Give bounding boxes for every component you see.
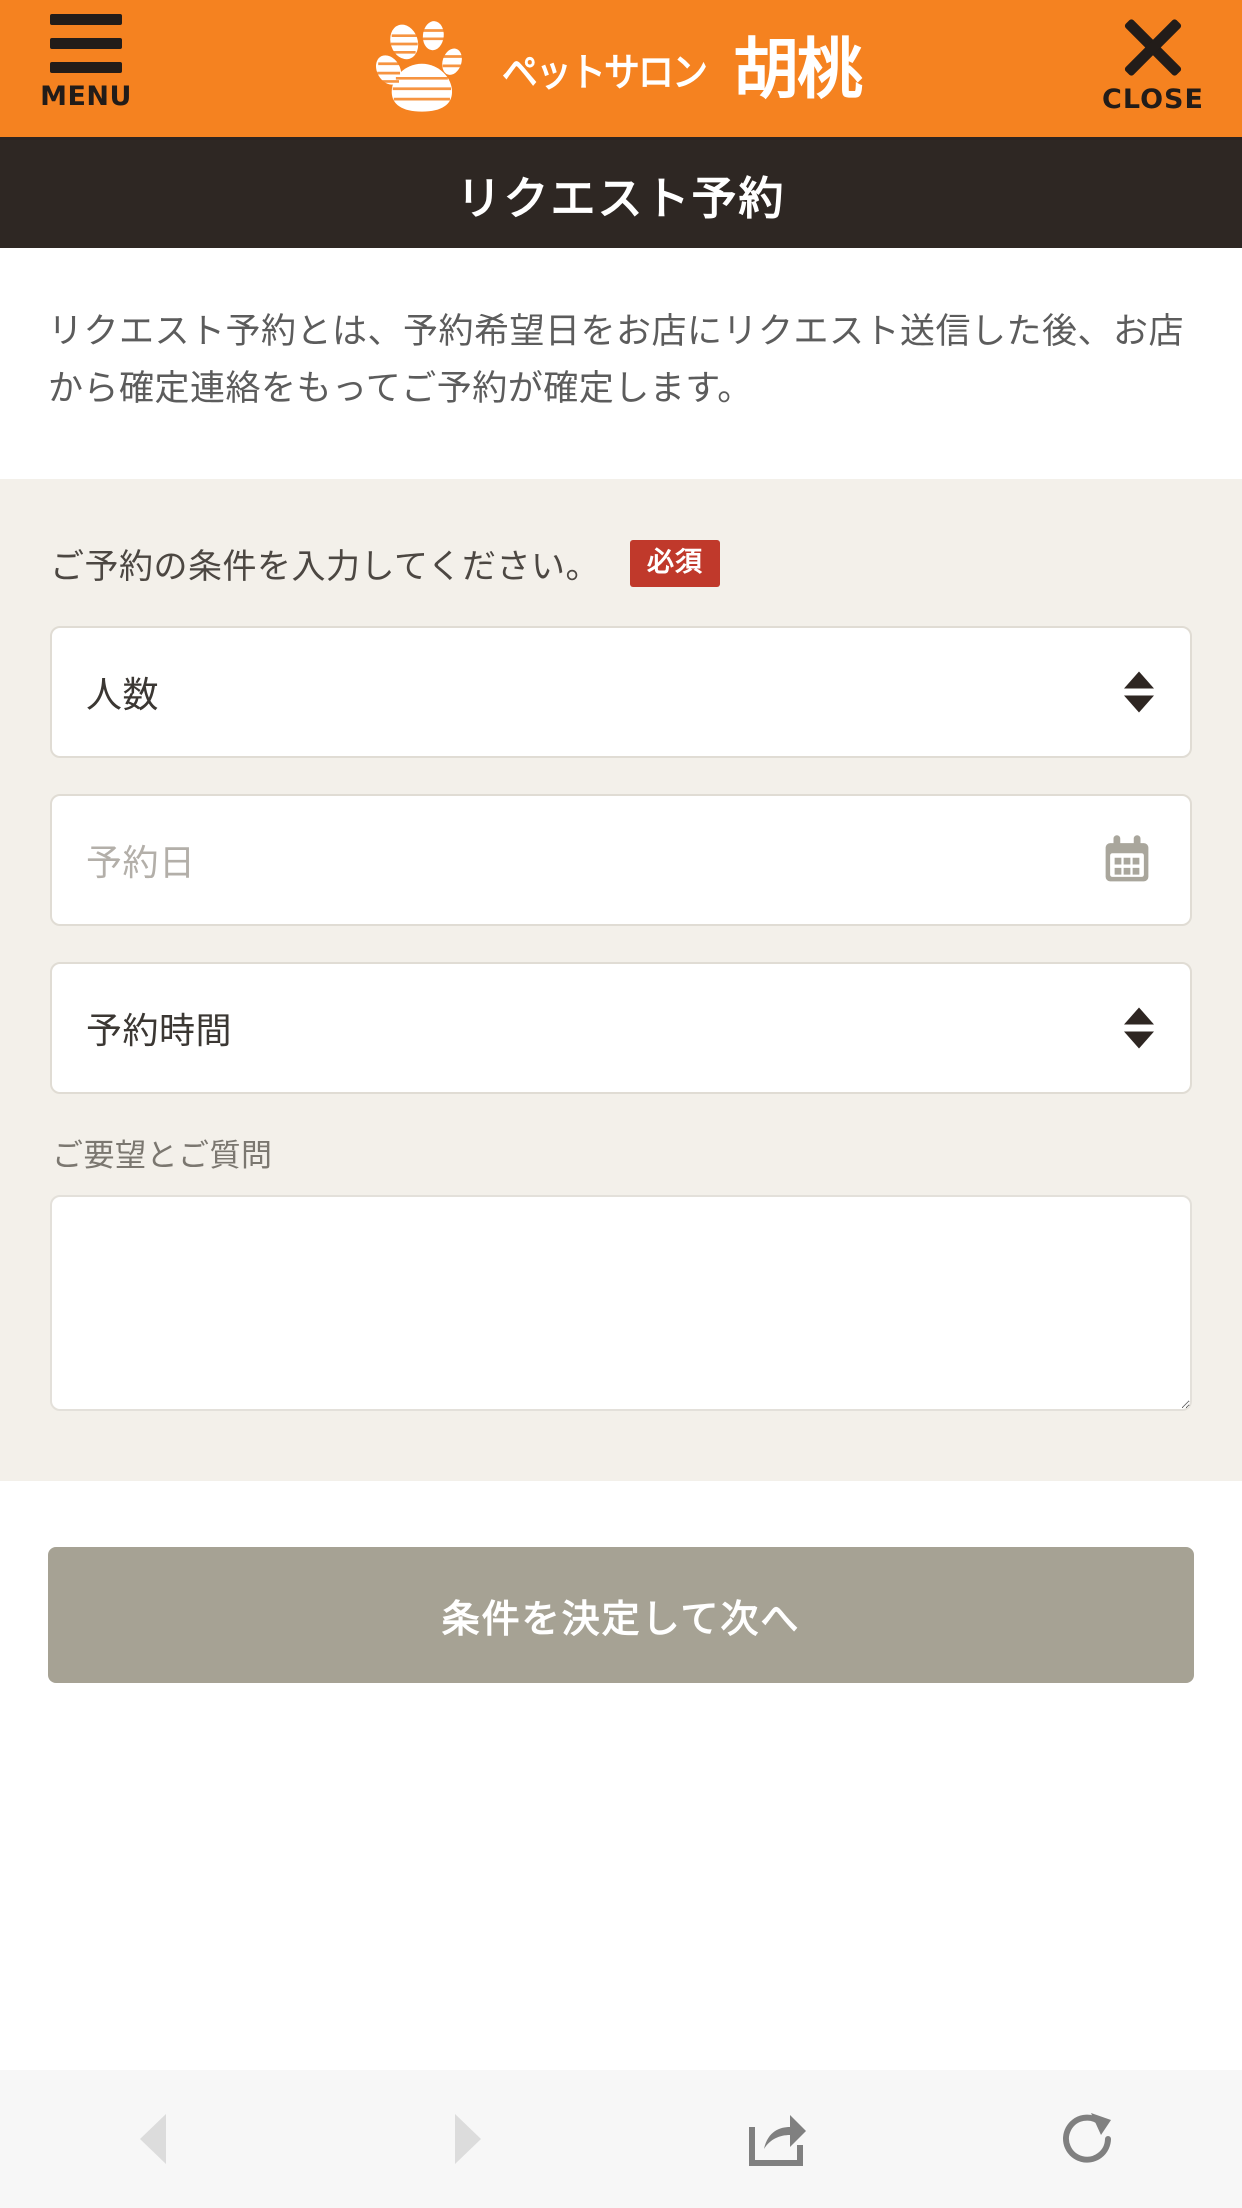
required-badge: 必須 — [629, 540, 720, 588]
reservation-time-value: 予約時間 — [86, 1011, 233, 1053]
form-heading: ご予約の条件を入力してください。 — [50, 547, 600, 588]
brand-name: 胡桃 — [733, 31, 863, 108]
brand-subtitle: ペットサロン — [501, 51, 708, 96]
menu-button[interactable]: MENU — [26, 14, 146, 110]
content-spacer — [0, 1753, 1242, 2070]
forward-button[interactable] — [311, 2070, 622, 2208]
people-count-value: 人数 — [86, 675, 160, 717]
page-title: リクエスト予約 — [456, 171, 786, 225]
reload-button[interactable] — [932, 2070, 1242, 2208]
hamburger-icon — [50, 14, 122, 73]
submit-conditions-button[interactable]: 条件を決定して次へ — [48, 1547, 1194, 1684]
paw-print-icon — [375, 21, 463, 112]
reservation-date-input[interactable]: 予約日 — [50, 794, 1192, 927]
form-heading-row: ご予約の条件を入力してください。 必須 — [50, 539, 1192, 588]
menu-button-label: MENU — [40, 81, 132, 112]
close-button-label: CLOSE — [1102, 84, 1204, 115]
browser-toolbar — [0, 2070, 1242, 2208]
back-icon — [140, 2114, 167, 2164]
request-textarea[interactable] — [50, 1195, 1192, 1412]
intro-section: リクエスト予約とは、予約希望日をお店にリクエスト送信した後、お店から確定連絡をも… — [0, 248, 1242, 480]
stepper-arrows-icon[interactable] — [1124, 671, 1154, 713]
intro-description: リクエスト予約とは、予約希望日をお店にリクエスト送信した後、お店から確定連絡をも… — [48, 312, 1185, 409]
reservation-date-placeholder: 予約日 — [86, 843, 196, 885]
close-x-icon — [1121, 16, 1185, 78]
site-logo[interactable]: ペットサロン 胡桃 — [373, 18, 863, 122]
reservation-form: ご予約の条件を入力してください。 必須 人数 予約日 予約時間 ご要望とご質問 — [0, 479, 1242, 1482]
stepper-arrows-icon[interactable] — [1124, 1007, 1154, 1049]
reload-icon — [1062, 2113, 1111, 2163]
close-button[interactable]: CLOSE — [1088, 16, 1218, 113]
back-button[interactable] — [0, 2070, 311, 2208]
calendar-icon[interactable] — [1100, 833, 1154, 887]
forward-icon — [454, 2114, 481, 2164]
site-header: MENU ペットサロン 胡桃 CLOSE — [0, 0, 1242, 140]
request-textarea-label: ご要望とご質問 — [52, 1138, 273, 1175]
share-icon — [749, 2115, 807, 2166]
share-button[interactable] — [621, 2070, 932, 2208]
app-root: MENU ペットサロン 胡桃 CLOSE リクエスト予約 リクエスト予約とは、予… — [0, 0, 1242, 2208]
submit-section: 条件を決定して次へ — [0, 1481, 1242, 1754]
reservation-time-select[interactable]: 予約時間 — [50, 962, 1192, 1095]
people-count-select[interactable]: 人数 — [50, 626, 1192, 759]
page-title-bar: リクエスト予約 — [0, 140, 1242, 248]
